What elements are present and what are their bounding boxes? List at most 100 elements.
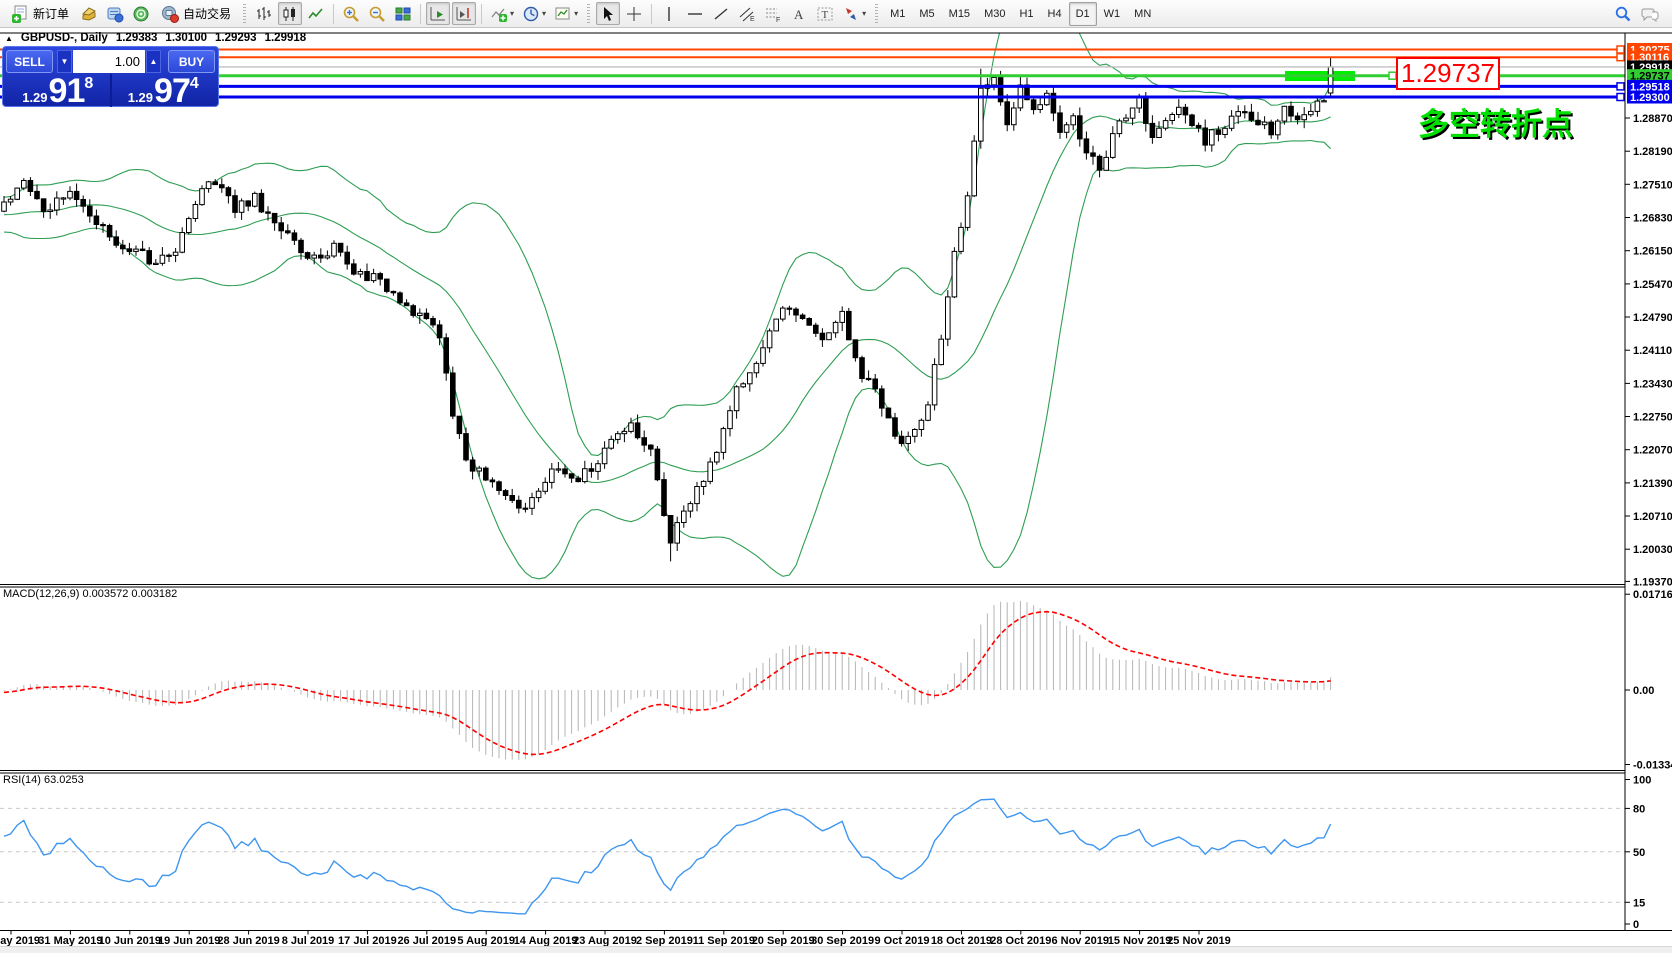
arrows-icon <box>842 5 860 23</box>
dropdown-arrow-icon: ▾ <box>510 9 514 18</box>
annotation-note[interactable]: 多空转折点 <box>1418 99 1573 144</box>
toolbar-grip <box>243 4 246 24</box>
timeframe-w1-button[interactable]: W1 <box>1097 2 1128 26</box>
svg-text:50: 50 <box>1633 847 1645 859</box>
candlestick-chart-button[interactable] <box>278 2 302 25</box>
line-chart-button[interactable] <box>304 2 328 25</box>
toolbar-separator <box>481 4 482 24</box>
channel-button[interactable]: E <box>735 2 759 25</box>
svg-text:1.21390: 1.21390 <box>1633 478 1672 490</box>
text-label-button[interactable]: T <box>813 2 837 25</box>
svg-text:1.26830: 1.26830 <box>1633 213 1672 225</box>
bar-chart-button[interactable] <box>252 2 276 25</box>
crosshair-icon <box>625 5 643 23</box>
svg-text:0: 0 <box>1633 919 1639 931</box>
autotrading-icon <box>161 5 179 23</box>
zoom-in-icon <box>342 5 360 23</box>
ohlc-high: 1.30100 <box>165 32 207 44</box>
zoom-in-button[interactable] <box>339 2 363 25</box>
autotrading-button[interactable]: 自动交易 <box>155 2 237 25</box>
timeframe-m1-button[interactable]: M1 <box>883 2 912 26</box>
autotrading-label: 自动交易 <box>183 5 231 22</box>
sell-price[interactable]: 1.29 91 8 <box>6 74 112 107</box>
templates-icon <box>554 5 572 23</box>
buy-price[interactable]: 1.29 97 4 <box>112 74 216 107</box>
new-order-label: 新订单 <box>33 5 69 22</box>
buy-price-big: 97 <box>154 78 190 106</box>
dropdown-arrow-icon: ▾ <box>862 9 866 18</box>
trendline-button[interactable] <box>709 2 733 25</box>
text-icon: A <box>790 5 808 23</box>
price-axis: 1.288701.281901.275101.268301.261501.254… <box>1625 113 1672 588</box>
search-icon[interactable] <box>1614 5 1632 23</box>
toolbar-grip <box>587 4 590 24</box>
chart-shift-button[interactable] <box>452 2 476 25</box>
market-watch-icon <box>80 5 98 23</box>
zoom-out-button[interactable] <box>365 2 389 25</box>
timeframe-m5-button[interactable]: M5 <box>912 2 941 26</box>
periods-clock-icon <box>522 5 540 23</box>
timeframe-mn-button[interactable]: MN <box>1127 2 1158 26</box>
timeframe-d1-button[interactable]: D1 <box>1069 2 1097 26</box>
templates-button[interactable]: ▾ <box>551 2 581 25</box>
buy-button[interactable]: BUY <box>168 50 215 73</box>
fibonacci-icon: F <box>764 5 782 23</box>
sell-button[interactable]: SELL <box>6 50 53 73</box>
volume-input[interactable]: 1.00 <box>73 50 145 73</box>
trade-panel-controls: SELL ▼ 1.00 ▲ BUY <box>6 50 215 73</box>
ohlc-close: 1.29918 <box>265 32 307 44</box>
svg-text:100: 100 <box>1633 775 1651 787</box>
indicators-button[interactable]: ▾ <box>487 2 517 25</box>
fibonacci-button[interactable]: F <box>761 2 785 25</box>
navigator-button[interactable] <box>129 2 153 25</box>
svg-text:1.24790: 1.24790 <box>1633 312 1672 324</box>
data-window-button[interactable] <box>103 2 127 25</box>
arrows-button[interactable]: ▾ <box>839 2 869 25</box>
timeframe-h1-button[interactable]: H1 <box>1012 2 1040 26</box>
macd-indicator-label: MACD(12,26,9) 0.003572 0.003182 <box>3 588 177 600</box>
svg-text:1.20030: 1.20030 <box>1633 544 1672 556</box>
timeframe-m30-button[interactable]: M30 <box>977 2 1012 26</box>
timeframe-m15-button[interactable]: M15 <box>942 2 977 26</box>
svg-text:-0.013348: -0.013348 <box>1633 760 1672 772</box>
new-order-icon <box>11 5 29 23</box>
new-order-button[interactable]: 新订单 <box>5 2 75 25</box>
text-button[interactable]: A <box>787 2 811 25</box>
svg-text:E: E <box>750 16 755 23</box>
channel-icon: E <box>738 5 756 23</box>
price-callout-label[interactable]: 1.29737 <box>1396 57 1500 90</box>
toolbar-right <box>1614 5 1668 23</box>
svg-text:1.28870: 1.28870 <box>1633 113 1672 125</box>
volume-up-button[interactable]: ▲ <box>146 50 161 73</box>
svg-text:0.00: 0.00 <box>1633 685 1654 697</box>
vertical-line-button[interactable] <box>657 2 681 25</box>
sell-price-big: 91 <box>49 78 85 106</box>
periods-button[interactable]: ▾ <box>519 2 549 25</box>
tile-windows-button[interactable] <box>391 2 415 25</box>
svg-text:1.24110: 1.24110 <box>1633 345 1672 357</box>
svg-text:15: 15 <box>1633 897 1645 909</box>
market-watch-button[interactable] <box>77 2 101 25</box>
ohlc-low: 1.29293 <box>215 32 257 44</box>
one-click-trading-panel: SELL ▼ 1.00 ▲ BUY 1.29 91 8 1.29 97 4 <box>2 46 219 107</box>
cursor-button[interactable] <box>596 2 620 25</box>
volume-down-button[interactable]: ▼ <box>57 50 72 73</box>
crosshair-button[interactable] <box>622 2 646 25</box>
rsi-axis: 1008050150 <box>1625 775 1651 932</box>
chat-icon[interactable] <box>1640 5 1660 23</box>
auto-scroll-button[interactable] <box>426 2 450 25</box>
sell-price-sup: 8 <box>84 75 93 93</box>
text-label-icon: T <box>816 5 834 23</box>
collapse-chart-icon[interactable]: ▲ <box>5 34 13 43</box>
candlestick-icon <box>281 5 299 23</box>
chart-shift-icon <box>455 5 473 23</box>
sell-price-prefix: 1.29 <box>22 90 47 106</box>
navigator-icon <box>132 5 150 23</box>
svg-text:1.20710: 1.20710 <box>1633 511 1672 523</box>
trade-panel-prices: 1.29 91 8 1.29 97 4 <box>6 74 215 107</box>
toolbar-separator <box>420 4 421 24</box>
horizontal-line-button[interactable] <box>683 2 707 25</box>
timeframe-h4-button[interactable]: H4 <box>1041 2 1069 26</box>
data-window-icon <box>106 5 124 23</box>
toolbar-separator <box>651 4 652 24</box>
